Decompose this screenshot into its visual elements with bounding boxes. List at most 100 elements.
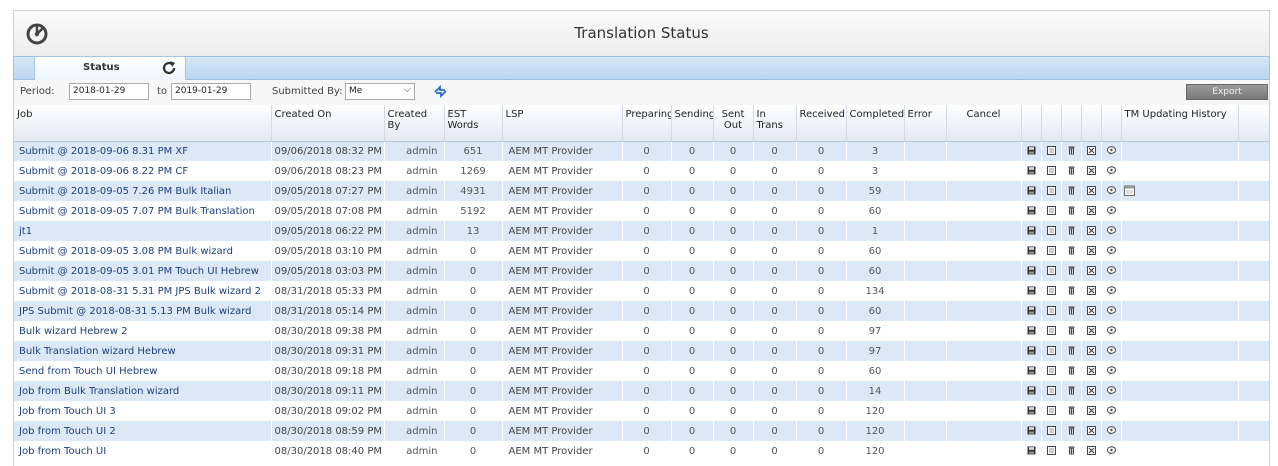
view-icon[interactable]: [1046, 406, 1056, 417]
save-icon[interactable]: [1027, 266, 1036, 277]
view-icon[interactable]: [1046, 266, 1056, 277]
comment-icon[interactable]: [1106, 326, 1116, 337]
comment-icon[interactable]: [1106, 406, 1116, 417]
delete-action[interactable]: [1061, 361, 1081, 381]
close-box-action[interactable]: [1081, 441, 1101, 461]
table-row[interactable]: Bulk Translation wizard Hebrew 08/30/2018…: [14, 341, 1269, 361]
delete-icon[interactable]: [1067, 286, 1076, 297]
save-action[interactable]: [1021, 361, 1041, 381]
view-icon[interactable]: [1046, 206, 1056, 217]
delete-icon[interactable]: [1067, 366, 1076, 377]
delete-action[interactable]: [1061, 341, 1081, 361]
comment-icon[interactable]: [1106, 266, 1116, 277]
table-row[interactable]: Submit @ 2018-09-05 3.01 PM Touch UI Heb…: [14, 261, 1269, 281]
save-icon[interactable]: [1027, 146, 1036, 157]
view-icon[interactable]: [1046, 246, 1056, 257]
close-box-icon[interactable]: [1086, 306, 1096, 317]
view-icon[interactable]: [1046, 346, 1056, 357]
delete-action[interactable]: [1061, 301, 1081, 321]
save-action[interactable]: [1021, 241, 1041, 261]
save-action[interactable]: [1021, 281, 1041, 301]
view-icon[interactable]: [1046, 306, 1056, 317]
job-link[interactable]: Submit @ 2018-08-31 5.31 PM JPS Bulk wiz…: [14, 281, 271, 301]
close-box-action[interactable]: [1081, 341, 1101, 361]
table-row[interactable]: Submit @ 2018-09-05 3.08 PM Bulk wizard 0…: [14, 241, 1269, 261]
delete-icon[interactable]: [1067, 246, 1076, 257]
save-action[interactable]: [1021, 301, 1041, 321]
close-box-action[interactable]: [1081, 381, 1101, 401]
col-header-sent-out[interactable]: Sent Out: [713, 105, 754, 142]
comment-action[interactable]: [1101, 321, 1121, 341]
save-action[interactable]: [1021, 401, 1041, 421]
save-icon[interactable]: [1027, 306, 1036, 317]
table-row[interactable]: Bulk wizard Hebrew 2 08/30/2018 09:38 PM a…: [14, 321, 1269, 341]
close-box-action[interactable]: [1081, 401, 1101, 421]
col-header-job[interactable]: Job: [14, 105, 272, 142]
view-action[interactable]: [1041, 401, 1061, 421]
delete-action[interactable]: [1061, 261, 1081, 281]
close-box-action[interactable]: [1081, 421, 1101, 441]
save-action[interactable]: [1021, 341, 1041, 361]
save-action[interactable]: [1021, 441, 1041, 461]
close-box-icon[interactable]: [1086, 366, 1096, 377]
save-icon[interactable]: [1027, 166, 1036, 177]
delete-action[interactable]: [1061, 141, 1081, 161]
view-icon[interactable]: [1046, 186, 1056, 197]
view-action[interactable]: [1041, 341, 1061, 361]
save-action[interactable]: [1021, 381, 1041, 401]
period-from-input[interactable]: 2018-01-29: [69, 83, 149, 100]
comment-action[interactable]: [1101, 261, 1121, 281]
view-action[interactable]: [1041, 141, 1061, 161]
delete-action[interactable]: [1061, 201, 1081, 221]
save-icon[interactable]: [1027, 206, 1036, 217]
comment-action[interactable]: [1101, 421, 1121, 441]
calendar-icon[interactable]: [1123, 185, 1135, 197]
view-icon[interactable]: [1046, 386, 1056, 397]
save-action[interactable]: [1021, 141, 1041, 161]
comment-action[interactable]: [1101, 161, 1121, 181]
close-box-icon[interactable]: [1086, 146, 1096, 157]
save-icon[interactable]: [1027, 346, 1036, 357]
save-action[interactable]: [1021, 161, 1041, 181]
job-link[interactable]: Job from Touch UI 2: [14, 421, 271, 441]
delete-action[interactable]: [1061, 441, 1081, 461]
close-box-action[interactable]: [1081, 361, 1101, 381]
comment-action[interactable]: [1101, 281, 1121, 301]
delete-icon[interactable]: [1067, 386, 1076, 397]
view-icon[interactable]: [1046, 286, 1056, 297]
delete-action[interactable]: [1061, 381, 1081, 401]
col-header-tm-updating-history[interactable]: TM Updating History: [1121, 105, 1239, 142]
job-link[interactable]: Submit @ 2018-09-06 8.22 PM CF: [14, 161, 271, 181]
comment-action[interactable]: [1101, 241, 1121, 261]
save-action[interactable]: [1021, 181, 1041, 201]
comment-icon[interactable]: [1106, 346, 1116, 357]
delete-icon[interactable]: [1067, 206, 1076, 217]
table-row[interactable]: Submit @ 2018-09-05 7.26 PM Bulk Italian…: [14, 181, 1269, 201]
view-icon[interactable]: [1046, 326, 1056, 337]
job-link[interactable]: JPS Submit @ 2018-08-31 5.13 PM Bulk wiz…: [14, 301, 271, 321]
delete-icon[interactable]: [1067, 426, 1076, 437]
comment-icon[interactable]: [1106, 446, 1116, 457]
comment-icon[interactable]: [1106, 166, 1116, 177]
comment-action[interactable]: [1101, 221, 1121, 241]
save-action[interactable]: [1021, 261, 1041, 281]
job-link[interactable]: Submit @ 2018-09-06 8.31 PM XF: [14, 141, 271, 161]
delete-action[interactable]: [1061, 421, 1081, 441]
period-to-input[interactable]: 2019-01-29: [171, 83, 251, 100]
delete-icon[interactable]: [1067, 266, 1076, 277]
comment-icon[interactable]: [1106, 386, 1116, 397]
close-box-icon[interactable]: [1086, 186, 1096, 197]
delete-icon[interactable]: [1067, 326, 1076, 337]
tab-status[interactable]: Status: [34, 56, 186, 80]
view-action[interactable]: [1041, 161, 1061, 181]
delete-action[interactable]: [1061, 161, 1081, 181]
delete-action[interactable]: [1061, 241, 1081, 261]
export-button[interactable]: Export: [1186, 84, 1268, 100]
refresh-icon[interactable]: [161, 60, 177, 76]
close-box-icon[interactable]: [1086, 266, 1096, 277]
delete-icon[interactable]: [1067, 226, 1076, 237]
close-box-icon[interactable]: [1086, 426, 1096, 437]
comment-icon[interactable]: [1106, 306, 1116, 317]
comment-icon[interactable]: [1106, 366, 1116, 377]
delete-icon[interactable]: [1067, 146, 1076, 157]
